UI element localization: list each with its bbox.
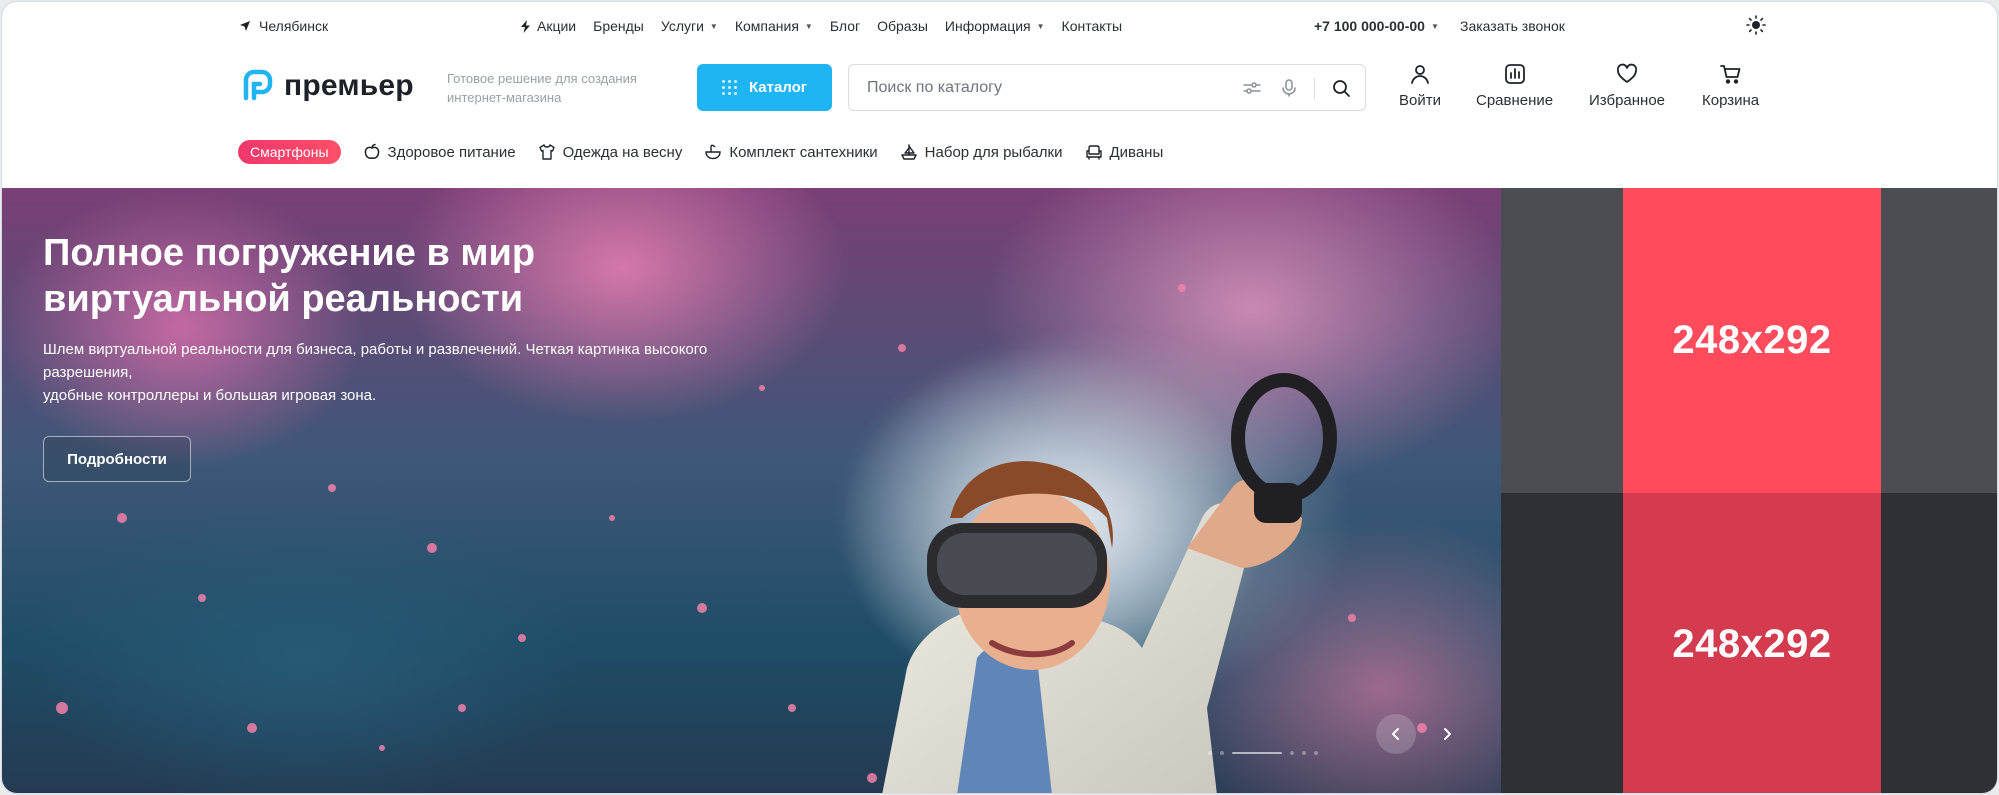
hero-description-line: Шлем виртуальной реальности для бизнеса,… bbox=[43, 341, 708, 381]
favorites-action[interactable]: Избранное bbox=[1589, 62, 1665, 109]
logo-text: премьер bbox=[284, 69, 414, 102]
slider-dot[interactable] bbox=[1220, 751, 1224, 755]
slider-dot[interactable] bbox=[1208, 751, 1212, 755]
page-frame: Челябинск Акции Бренды Услуги ▼ Компания… bbox=[1, 1, 1998, 794]
nav-item-contacts[interactable]: Контакты bbox=[1062, 18, 1122, 34]
heart-icon bbox=[1616, 63, 1638, 83]
compare-label: Сравнение bbox=[1476, 92, 1554, 109]
compare-chart-icon bbox=[1504, 64, 1525, 84]
slider-dot[interactable] bbox=[1302, 751, 1306, 755]
category-smartphones[interactable]: Смартфоны bbox=[238, 140, 341, 164]
caret-down-icon: ▼ bbox=[804, 21, 813, 31]
tagline: Готовое решение для создания интернет-ма… bbox=[447, 71, 637, 105]
chevron-right-icon bbox=[1444, 728, 1451, 740]
banner-size-label: 248x292 bbox=[1672, 621, 1832, 666]
slider-next-button[interactable] bbox=[1427, 714, 1467, 754]
nav-item-blog[interactable]: Блог bbox=[830, 18, 860, 34]
caret-down-icon: ▼ bbox=[1036, 21, 1045, 31]
chevron-left-icon bbox=[1392, 728, 1399, 740]
location-arrow-icon bbox=[240, 21, 250, 31]
nav-item-label: Контакты bbox=[1061, 18, 1123, 34]
nav-item-label: Услуги bbox=[660, 18, 704, 34]
slider-prev-button[interactable] bbox=[1376, 714, 1416, 754]
category-label: Смартфоны bbox=[250, 144, 329, 160]
cart-label: Корзина bbox=[1702, 92, 1760, 109]
search-icon[interactable] bbox=[1331, 78, 1351, 98]
nav-item-services[interactable]: Услуги ▼ bbox=[661, 18, 718, 34]
caret-down-icon: ▼ bbox=[709, 21, 718, 31]
phone-number[interactable]: +7 100 000-00-00 ▼ bbox=[1314, 18, 1439, 34]
sink-icon bbox=[705, 144, 722, 160]
logo[interactable]: премьер bbox=[238, 68, 414, 104]
user-icon bbox=[1411, 65, 1429, 84]
banner-placeholder: 248x292 bbox=[1623, 188, 1881, 493]
nav-item-label: Образы bbox=[877, 18, 928, 34]
category-label: Набор для рыбалки bbox=[924, 143, 1063, 161]
category-spring-clothes[interactable]: Одежда на весну bbox=[538, 143, 683, 161]
nav-item-promotions[interactable]: Акции bbox=[520, 18, 576, 34]
nav-item-info[interactable]: Информация ▼ bbox=[945, 18, 1045, 34]
login-action[interactable]: Войти bbox=[1399, 62, 1441, 109]
slider-dot[interactable] bbox=[1290, 751, 1294, 755]
compare-action[interactable]: Сравнение bbox=[1476, 62, 1553, 109]
nav-item-label: Бренды bbox=[593, 18, 644, 34]
banner-size-label: 248x292 bbox=[1672, 318, 1832, 362]
side-banner-top[interactable]: 248x292 bbox=[1501, 188, 1997, 493]
header: премьер Готовое решение для создания инт… bbox=[2, 50, 1997, 130]
banner-placeholder: 248x292 bbox=[1623, 493, 1881, 793]
cart-action[interactable]: Корзина bbox=[1702, 62, 1759, 109]
slider-dot[interactable] bbox=[1314, 751, 1318, 755]
category-sofas[interactable]: Диваны bbox=[1085, 143, 1164, 161]
grid-dots-icon bbox=[721, 80, 737, 95]
sofa-icon bbox=[1085, 145, 1102, 160]
hero-slider: Полное погружение в мир виртуальной реал… bbox=[2, 188, 1501, 793]
nav-item-brands[interactable]: Бренды bbox=[593, 18, 644, 34]
slider-dot[interactable] bbox=[1232, 752, 1282, 754]
sun-icon[interactable] bbox=[1746, 15, 1766, 35]
side-banner-bottom[interactable]: 248x292 bbox=[1501, 493, 1997, 793]
category-fishing-set[interactable]: Набор для рыбалки bbox=[900, 143, 1063, 161]
nav-item-looks[interactable]: Образы bbox=[877, 18, 928, 34]
catalog-button[interactable]: Каталог bbox=[697, 64, 832, 111]
cart-icon bbox=[1719, 65, 1740, 84]
nav-item-label: Блог bbox=[829, 18, 861, 34]
details-button[interactable]: Подробности bbox=[43, 436, 191, 482]
top-bar: Челябинск Акции Бренды Услуги ▼ Компания… bbox=[2, 2, 1997, 50]
category-label: Диваны bbox=[1109, 143, 1164, 161]
category-label: Комплект сантехники bbox=[729, 143, 878, 161]
logo-mark-icon bbox=[243, 69, 273, 101]
category-healthy-food[interactable]: Здоровое питание bbox=[363, 143, 516, 161]
hero-description: Шлем виртуальной реальности для бизнеса,… bbox=[43, 338, 723, 407]
caret-down-icon: ▼ bbox=[1430, 21, 1439, 31]
apple-icon bbox=[364, 143, 379, 159]
nav-item-label: Компания bbox=[734, 18, 799, 34]
nav-item-label: Информация bbox=[944, 18, 1031, 34]
favorites-label: Избранное bbox=[1589, 92, 1666, 109]
shirt-icon bbox=[538, 144, 555, 160]
lightning-icon bbox=[521, 19, 530, 33]
search-divider bbox=[1314, 78, 1315, 99]
boat-icon bbox=[900, 144, 917, 160]
city-selector[interactable]: Челябинск bbox=[239, 18, 328, 34]
microphone-icon[interactable] bbox=[1279, 78, 1299, 98]
login-label: Войти bbox=[1399, 92, 1441, 109]
quick-categories: Смартфоны Здоровое питание Одежда на вес… bbox=[238, 139, 1163, 165]
category-plumbing-set[interactable]: Комплект сантехники bbox=[704, 143, 878, 161]
callback-link[interactable]: Заказать звонок bbox=[1460, 18, 1565, 34]
catalog-button-label: Каталог bbox=[748, 79, 808, 96]
filter-sliders-icon[interactable] bbox=[1242, 78, 1262, 98]
nav-item-company[interactable]: Компания ▼ bbox=[735, 18, 813, 34]
category-label: Одежда на весну bbox=[562, 143, 683, 161]
category-label: Здоровое питание bbox=[387, 143, 516, 161]
search-box bbox=[848, 64, 1366, 111]
nav-item-label: Акции bbox=[537, 18, 577, 34]
top-nav: Акции Бренды Услуги ▼ Компания ▼ Блог Об… bbox=[520, 18, 1122, 34]
search-input[interactable] bbox=[867, 77, 1207, 99]
city-name: Челябинск bbox=[259, 18, 329, 34]
hero-description-line: удобные контроллеры и большая игровая зо… bbox=[43, 387, 377, 404]
slider-pagination bbox=[1208, 751, 1318, 755]
hero-title: Полное погружение в мир виртуальной реал… bbox=[43, 232, 536, 320]
phone-number-text: +7 100 000-00-00 bbox=[1314, 18, 1425, 34]
